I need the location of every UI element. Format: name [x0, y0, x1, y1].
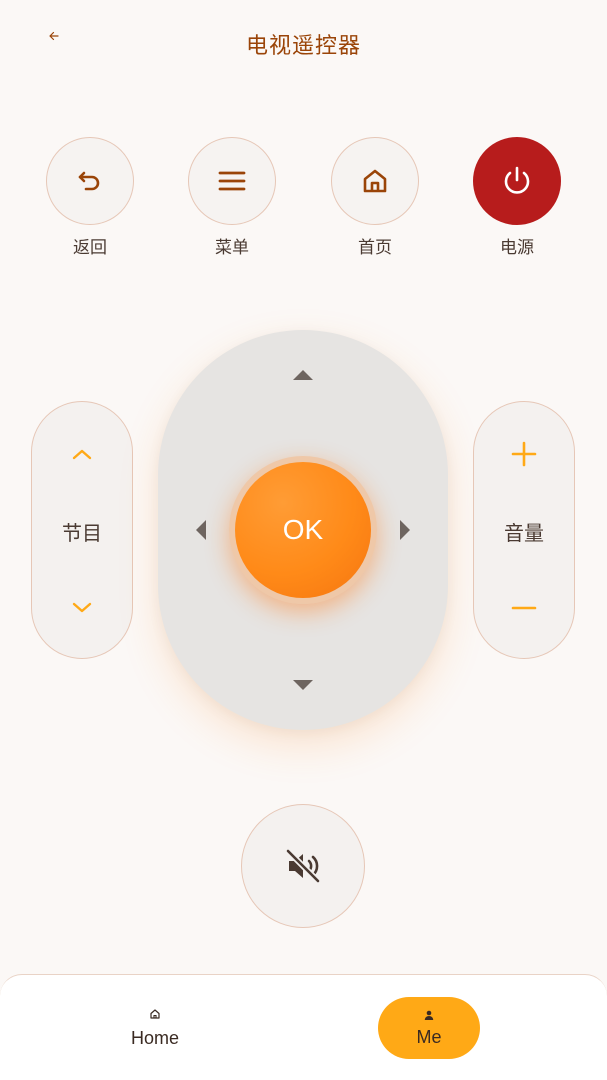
person-icon — [424, 1010, 434, 1020]
home-key-label: 首页 — [358, 238, 392, 258]
nav-home-label: Home — [130, 1027, 179, 1048]
power-icon — [504, 166, 530, 194]
home-key-button[interactable] — [331, 137, 419, 225]
triangle-down-icon — [293, 680, 313, 690]
ok-ring: OK — [229, 456, 377, 604]
chevron-down-icon — [72, 602, 92, 613]
channel-label: 节目 — [62, 521, 102, 545]
volume-up-button[interactable] — [474, 424, 574, 484]
channel-up-button[interactable] — [32, 424, 132, 484]
triangle-right-icon — [400, 520, 410, 540]
volume-control: 音量 — [473, 401, 575, 659]
channel-control: 节目 — [31, 401, 133, 659]
bottom-nav: Home Me — [0, 974, 607, 1080]
home-icon — [363, 169, 387, 193]
volume-down-button[interactable] — [474, 578, 574, 638]
plus-icon — [511, 441, 537, 467]
power-button[interactable] — [473, 137, 561, 225]
power-label: 电源 — [500, 238, 534, 258]
dpad-up-button[interactable] — [283, 358, 323, 392]
triangle-up-icon — [293, 370, 313, 380]
nav-me[interactable]: Me — [378, 997, 480, 1059]
volume-label: 音量 — [504, 521, 544, 545]
page-title: 电视遥控器 — [245, 34, 361, 59]
dpad-down-button[interactable] — [283, 668, 323, 702]
dpad-left-button[interactable] — [184, 510, 218, 550]
back-key-button[interactable] — [46, 137, 134, 225]
mute-button[interactable] — [241, 804, 365, 928]
triangle-left-icon — [196, 520, 206, 540]
dpad: OK — [158, 330, 448, 730]
ok-button[interactable]: OK — [235, 462, 371, 598]
undo-icon — [78, 171, 100, 191]
back-key-label: 返回 — [73, 238, 107, 258]
minus-icon — [511, 606, 537, 610]
nav-me-label: Me — [416, 1026, 442, 1047]
chevron-up-icon — [72, 449, 92, 460]
nav-home[interactable]: Home — [95, 993, 215, 1063]
menu-label: 菜单 — [215, 238, 249, 258]
channel-down-button[interactable] — [32, 578, 132, 638]
dpad-right-button[interactable] — [388, 510, 422, 550]
menu-icon — [218, 171, 246, 191]
mute-icon — [285, 848, 321, 884]
menu-button[interactable] — [188, 137, 276, 225]
home-icon — [150, 1008, 160, 1019]
